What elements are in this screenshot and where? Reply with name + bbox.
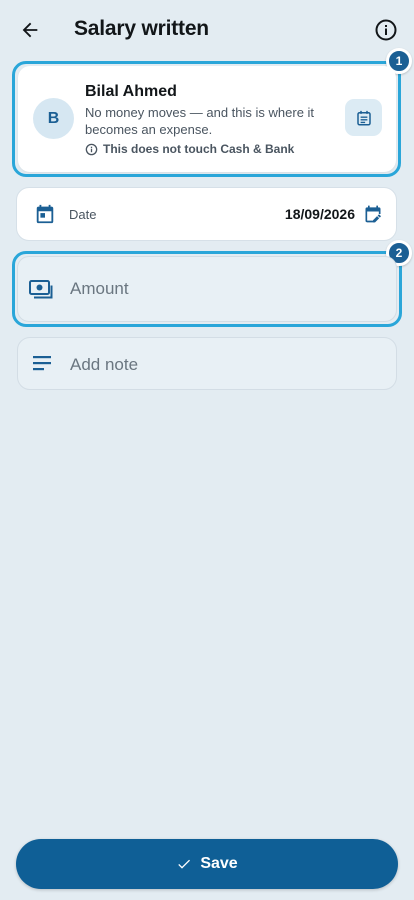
cash-icon [29,280,53,299]
person-calendar-button[interactable] [345,99,382,136]
cash-bank-note-text: This does not touch Cash & Bank [103,142,295,156]
person-name: Bilal Ahmed [85,83,177,100]
save-button[interactable]: Save [16,839,398,889]
info-circle-icon [375,19,397,41]
calendar-edit-icon [365,205,381,223]
amount-field[interactable] [17,256,397,322]
back-button[interactable] [14,14,46,46]
info-outline-icon [85,143,98,155]
calendar-icon [36,204,54,224]
check-icon [178,859,191,869]
calendar-list-icon [356,110,371,125]
note-input[interactable] [70,351,370,379]
salary-written-screen: Salary written 1 B Bilal Ahmed No money … [0,0,414,900]
avatar: B [33,98,74,139]
cash-bank-note: This does not touch Cash & Bank [85,142,294,156]
date-label: Date [69,207,97,222]
save-button-label: Save [200,855,238,872]
amount-input[interactable] [70,275,370,303]
page-title: Salary written [74,17,209,40]
notes-icon [33,356,51,371]
person-description: No money moves — and this is where it be… [85,105,315,137]
person-card: B Bilal Ahmed No money moves — and this … [18,66,396,172]
arrow-left-icon [22,22,38,38]
note-field[interactable] [17,337,397,390]
info-button[interactable] [370,14,402,46]
date-value: 18/09/2026 [284,206,355,222]
date-picker-row[interactable]: Date 18/09/2026 [16,187,397,241]
app-bar: Salary written [0,0,414,60]
